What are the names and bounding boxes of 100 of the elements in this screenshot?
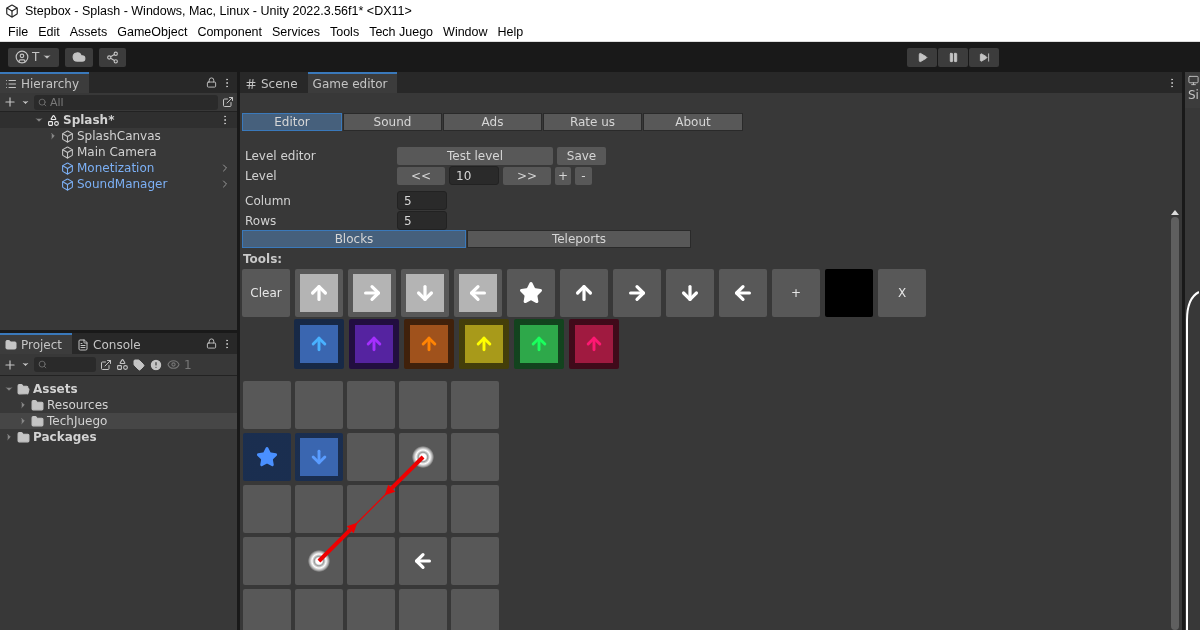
grid-cell[interactable]	[399, 485, 447, 533]
account-button[interactable]: T	[8, 47, 60, 67]
grid-cell[interactable]	[451, 381, 499, 429]
color-tool-button[interactable]	[294, 319, 344, 369]
menu-item[interactable]: File	[3, 24, 34, 39]
grid-cell[interactable]	[399, 537, 447, 585]
tool-button[interactable]	[613, 269, 661, 317]
hierarchy-tab[interactable]: Hierarchy	[0, 72, 89, 93]
tool-button[interactable]	[401, 269, 449, 317]
grid-cell[interactable]	[451, 433, 499, 481]
tool-button[interactable]: X	[878, 269, 926, 317]
version-control-button[interactable]	[99, 47, 127, 67]
columns-input[interactable]: 5	[397, 191, 447, 210]
menu-item[interactable]: Component	[192, 24, 267, 39]
menu-item[interactable]: Help	[492, 24, 529, 39]
grid-cell[interactable]	[243, 589, 291, 630]
tool-button[interactable]: Clear	[242, 269, 290, 317]
expand-arrow-icon[interactable]	[18, 416, 28, 426]
menu-item[interactable]: Edit	[33, 24, 65, 39]
project-item[interactable]: Packages	[0, 429, 237, 445]
popout-icon[interactable]	[222, 96, 234, 108]
mode-tab[interactable]: Blocks	[242, 230, 466, 248]
menu-item[interactable]: Services	[267, 24, 325, 39]
hierarchy-item[interactable]: Main Camera	[77, 145, 157, 159]
grid-cell[interactable]	[295, 589, 343, 630]
window-tab[interactable]: Scene	[240, 72, 308, 93]
editor-section-tab[interactable]: Ads	[443, 113, 542, 131]
menu-item[interactable]: Window	[438, 24, 493, 39]
expand-arrow-icon[interactable]	[4, 384, 14, 394]
hierarchy-item[interactable]: Splash*	[63, 113, 115, 127]
warning-icon[interactable]	[149, 357, 163, 372]
editor-section-tab[interactable]: About	[643, 113, 743, 131]
tool-button[interactable]	[348, 269, 396, 317]
grid-cell[interactable]	[399, 381, 447, 429]
hierarchy-item[interactable]: Monetization	[77, 161, 155, 175]
tool-button[interactable]	[560, 269, 608, 317]
color-tool-button[interactable]	[569, 319, 619, 369]
remove-level-button[interactable]: -	[575, 166, 592, 185]
grid-cell[interactable]	[451, 589, 499, 630]
expand-arrow-icon[interactable]	[18, 400, 28, 410]
grid-cell[interactable]	[295, 381, 343, 429]
cloud-button[interactable]	[65, 47, 94, 67]
project-item[interactable]: Assets	[0, 381, 237, 397]
grid-cell[interactable]	[399, 589, 447, 630]
expand-arrow-icon[interactable]	[34, 115, 44, 125]
search-field[interactable]	[34, 357, 96, 372]
menu-item[interactable]: Tech Juego	[364, 24, 439, 39]
grid-cell[interactable]	[347, 537, 395, 585]
grid-cell[interactable]	[243, 433, 291, 481]
tool-button[interactable]	[454, 269, 502, 317]
tool-button[interactable]: +	[772, 269, 820, 317]
grid-cell[interactable]	[243, 537, 291, 585]
pause-button[interactable]	[938, 47, 968, 67]
save-button[interactable]: Save	[557, 147, 606, 165]
tool-button[interactable]	[507, 269, 555, 317]
add-icon[interactable]	[3, 95, 17, 109]
scrollbar[interactable]	[1170, 210, 1180, 630]
color-tool-button[interactable]	[404, 319, 454, 369]
test-level-button[interactable]: Test level	[397, 147, 553, 165]
project-item[interactable]: Resources	[0, 397, 237, 413]
editor-section-tab[interactable]: Editor	[242, 113, 342, 131]
grid-cell[interactable]	[243, 381, 291, 429]
grid-cell[interactable]	[347, 485, 395, 533]
panel-tab[interactable]: Project	[0, 333, 73, 354]
popout-icon[interactable]	[100, 358, 112, 371]
level-input[interactable]: 10	[449, 166, 499, 185]
grid-cell[interactable]	[451, 485, 499, 533]
play-button[interactable]	[907, 47, 937, 67]
grid-cell[interactable]	[399, 433, 447, 481]
tool-button[interactable]	[666, 269, 714, 317]
project-item[interactable]: TechJuego	[0, 413, 237, 429]
hierarchy-item[interactable]: SplashCanvas	[77, 129, 161, 143]
color-tool-button[interactable]	[514, 319, 564, 369]
color-tool-button[interactable]	[349, 319, 399, 369]
grid-cell[interactable]	[347, 589, 395, 630]
previous-level-button[interactable]: <<	[397, 166, 445, 185]
editor-section-tab[interactable]: Rate us	[543, 113, 642, 131]
menu-item[interactable]: GameObject	[112, 24, 193, 39]
step-button[interactable]	[969, 47, 999, 67]
grid-cell[interactable]	[295, 433, 343, 481]
menu-item[interactable]: Assets	[64, 24, 113, 39]
tool-button[interactable]	[295, 269, 343, 317]
add-icon[interactable]	[3, 357, 17, 372]
expand-arrow-icon[interactable]	[48, 131, 58, 141]
grid-cell[interactable]	[347, 381, 395, 429]
hierarchy-item[interactable]: SoundManager	[77, 177, 168, 191]
label-filter-icon[interactable]	[133, 358, 145, 371]
mode-tab[interactable]: Teleports	[467, 230, 691, 248]
grid-cell[interactable]	[347, 433, 395, 481]
window-tab[interactable]: Game editor	[307, 72, 398, 93]
next-level-button[interactable]: >>	[503, 166, 551, 185]
panel-tab[interactable]: Console	[72, 333, 151, 354]
tool-button[interactable]	[719, 269, 767, 317]
grid-cell[interactable]	[451, 537, 499, 585]
add-level-button[interactable]: +	[555, 166, 571, 185]
menu-item[interactable]: Tools	[324, 24, 365, 39]
grid-cell[interactable]	[295, 485, 343, 533]
lock-icon[interactable]	[206, 77, 217, 88]
expand-arrow-icon[interactable]	[4, 432, 14, 442]
rows-input[interactable]: 5	[397, 211, 447, 230]
